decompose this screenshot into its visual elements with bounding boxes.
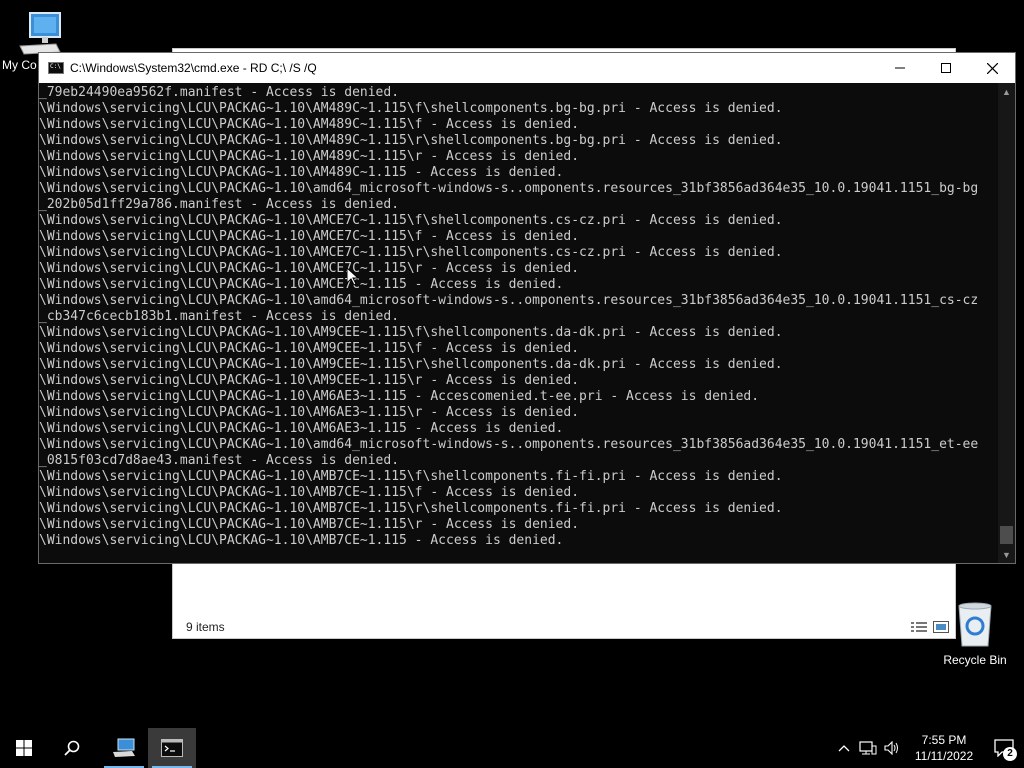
console-line: \Windows\servicing\LCU\PACKAG~1.10\AM6AE… xyxy=(39,405,580,420)
console-line: \Windows\servicing\LCU\PACKAG~1.10\amd64… xyxy=(39,437,979,452)
details-view-icon[interactable] xyxy=(911,621,927,633)
console-line: \Windows\servicing\LCU\PACKAG~1.10\AM489… xyxy=(39,133,783,148)
console-line: \Windows\servicing\LCU\PACKAG~1.10\AMCE7… xyxy=(39,229,580,244)
console-line: \Windows\servicing\LCU\PACKAG~1.10\AMCE7… xyxy=(39,213,783,228)
cmd-window-title: C:\Windows\System32\cmd.exe - RD C;\ /S … xyxy=(70,61,317,75)
scroll-down-arrow-icon[interactable]: ▼ xyxy=(998,546,1015,563)
scroll-up-arrow-icon[interactable]: ▲ xyxy=(998,83,1015,100)
console-line: \Windows\servicing\LCU\PACKAG~1.10\AMB7C… xyxy=(39,533,564,548)
network-button[interactable] xyxy=(856,728,880,768)
console-line: \Windows\servicing\LCU\PACKAG~1.10\AMCE7… xyxy=(39,277,564,292)
taskbar-server-manager[interactable] xyxy=(100,728,148,768)
clock-time: 7:55 PM xyxy=(921,733,967,747)
server-manager-icon xyxy=(113,738,135,757)
recycle-bin-label: Recycle Bin xyxy=(943,653,1007,667)
cmd-icon xyxy=(161,739,183,757)
cmd-window[interactable]: C:\Windows\System32\cmd.exe - RD C;\ /S … xyxy=(38,52,1016,564)
action-center-button[interactable]: 2 xyxy=(984,728,1024,768)
taskbar: 7:55 PM 11/11/2022 2 xyxy=(0,728,1024,768)
console-line: \Windows\servicing\LCU\PACKAG~1.10\AM489… xyxy=(39,101,783,116)
console-line: \Windows\servicing\LCU\PACKAG~1.10\AM9CE… xyxy=(39,325,783,340)
console-line: _0815f03cd7d8ae43.manifest - Access is d… xyxy=(39,453,400,468)
cmd-app-icon xyxy=(48,62,64,74)
cmd-title-bar[interactable]: C:\Windows\System32\cmd.exe - RD C;\ /S … xyxy=(39,53,1015,83)
console-line: _cb347c6cecb183b1.manifest - Access is d… xyxy=(39,309,400,324)
console-line: \Windows\servicing\LCU\PACKAG~1.10\amd64… xyxy=(39,293,979,308)
computer-icon xyxy=(19,12,61,55)
console-line: \Windows\servicing\LCU\PACKAG~1.10\AMCE7… xyxy=(39,245,783,260)
chevron-up-icon xyxy=(838,745,850,752)
console-line: \Windows\servicing\LCU\PACKAG~1.10\AMB7C… xyxy=(39,517,580,532)
console-scrollbar[interactable]: ▲ ▼ xyxy=(998,83,1015,563)
show-hidden-icons-button[interactable] xyxy=(832,728,856,768)
network-icon xyxy=(859,741,877,755)
mouse-cursor-icon xyxy=(347,268,359,286)
console-line: \Windows\servicing\LCU\PACKAG~1.10\AM9CE… xyxy=(39,357,783,372)
speaker-icon xyxy=(884,741,898,755)
scrollbar-thumb[interactable] xyxy=(1000,526,1013,544)
search-button[interactable] xyxy=(48,728,96,768)
console-output[interactable]: _79eb24490ea9562f.manifest - Access is d… xyxy=(39,83,998,563)
recycle-bin-icon xyxy=(958,602,992,647)
maximize-icon xyxy=(941,63,951,73)
minimize-icon xyxy=(895,67,905,69)
close-icon xyxy=(986,62,998,74)
console-line: \Windows\servicing\LCU\PACKAG~1.10\AMB7C… xyxy=(39,501,783,516)
system-tray: 7:55 PM 11/11/2022 2 xyxy=(832,728,1024,768)
minimize-button[interactable] xyxy=(877,53,923,83)
console-line: _202b05d1ff29a786.manifest - Access is d… xyxy=(39,197,400,212)
taskbar-cmd[interactable] xyxy=(148,728,196,768)
console-line: \Windows\servicing\LCU\PACKAG~1.10\AM489… xyxy=(39,149,580,164)
console-line: \Windows\servicing\LCU\PACKAG~1.10\AM6AE… xyxy=(39,421,564,436)
clock-date: 11/11/2022 xyxy=(914,749,974,763)
console-line: \Windows\servicing\LCU\PACKAG~1.10\AMB7C… xyxy=(39,485,580,500)
console-line: \Windows\servicing\LCU\PACKAG~1.10\AM9CE… xyxy=(39,341,580,356)
my-computer-label: My Co xyxy=(2,58,37,72)
desktop-icon-recycle-bin[interactable]: Recycle Bin xyxy=(940,602,1010,667)
start-button[interactable] xyxy=(0,728,48,768)
maximize-button[interactable] xyxy=(923,53,969,83)
console-line: \Windows\servicing\LCU\PACKAG~1.10\AM9CE… xyxy=(39,373,580,388)
console-line: \Windows\servicing\LCU\PACKAG~1.10\amd64… xyxy=(39,181,979,196)
notification-badge: 2 xyxy=(1003,747,1017,761)
volume-button[interactable] xyxy=(880,728,904,768)
console-line: \Windows\servicing\LCU\PACKAG~1.10\AM489… xyxy=(39,117,580,132)
close-button[interactable] xyxy=(969,53,1015,83)
item-count: 9 items xyxy=(186,620,225,634)
console-line: _79eb24490ea9562f.manifest - Access is d… xyxy=(39,85,400,100)
console-line: \Windows\servicing\LCU\PACKAG~1.10\AMB7C… xyxy=(39,469,783,484)
console-line: \Windows\servicing\LCU\PACKAG~1.10\AM489… xyxy=(39,165,564,180)
console-line: \Windows\servicing\LCU\PACKAG~1.10\AM6AE… xyxy=(39,389,760,404)
windows-logo-icon xyxy=(16,740,32,756)
search-icon xyxy=(64,740,80,756)
explorer-status-bar: 9 items xyxy=(173,614,955,638)
console-line: \Windows\servicing\LCU\PACKAG~1.10\AMCE7… xyxy=(39,261,580,276)
clock[interactable]: 7:55 PM 11/11/2022 xyxy=(904,732,984,764)
